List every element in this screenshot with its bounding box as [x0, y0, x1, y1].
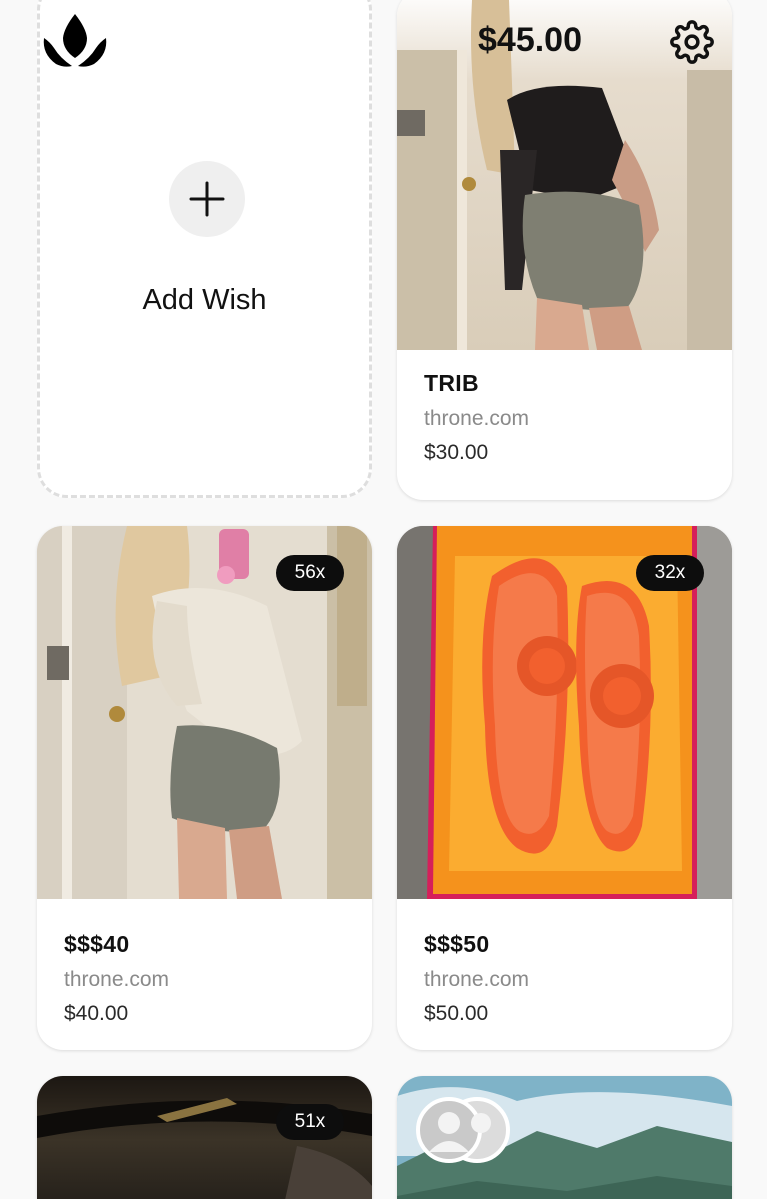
wish-price: $30.00: [424, 441, 489, 464]
wish-title: $$$50: [424, 931, 490, 957]
wish-site: throne.com: [424, 407, 530, 430]
crown-logo-icon[interactable]: [42, 14, 108, 70]
balance-amount[interactable]: $45.00: [478, 21, 582, 60]
wish-card-4[interactable]: 51x: [37, 1076, 372, 1199]
wish-price: $40.00: [64, 1002, 129, 1025]
group-contribution-icon: [415, 1096, 513, 1164]
wish-title: TRIB: [424, 370, 479, 396]
contribution-count-badge: 56x: [276, 555, 344, 591]
wish-title: $$$40: [64, 931, 130, 957]
plus-icon[interactable]: [169, 161, 245, 237]
wish-card-trib[interactable]: TRIB throne.com $30.00: [397, 0, 732, 500]
wish-card-5[interactable]: [397, 1076, 732, 1199]
add-wish-label: Add Wish: [142, 284, 267, 316]
wish-card-40[interactable]: 56x $$$40 throne.com $40.00: [37, 526, 372, 1050]
add-wish-card[interactable]: Add Wish: [37, 0, 372, 498]
wish-site: throne.com: [424, 968, 530, 991]
gear-icon[interactable]: [670, 20, 714, 64]
wish-price: $50.00: [424, 1002, 489, 1025]
wish-site: throne.com: [64, 968, 170, 991]
contribution-count-badge: 32x: [636, 555, 704, 591]
contribution-count-badge: 51x: [276, 1104, 344, 1140]
wish-card-50[interactable]: 32x $$$50 throne.com $50.00: [397, 526, 732, 1050]
